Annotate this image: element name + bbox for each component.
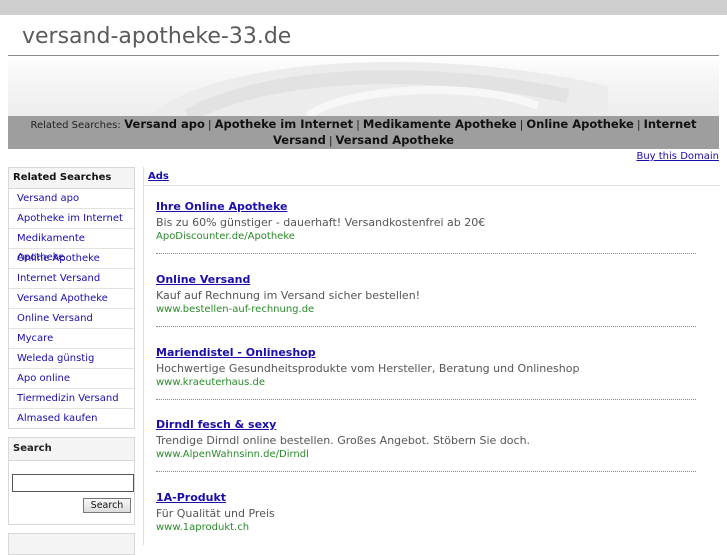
sidebar-item-online-apotheke[interactable]: Online Apotheke [9,249,134,269]
ad-description: Bis zu 60% günstiger - dauerhaft! Versan… [156,216,486,229]
ad-separator [156,253,696,254]
search-button[interactable]: Search [83,498,131,513]
header-banner [8,56,719,116]
ad-url[interactable]: www.AlpenWahnsinn.de/Dirndl [156,449,696,460]
top-bar [0,0,727,15]
ad-separator [156,471,696,472]
buy-domain-link[interactable]: Buy this Domain [636,151,719,162]
site-title: versand-apotheke-33.de [22,24,292,49]
sidebar-related-searches: Related Searches Versand apo Apotheke im… [8,167,135,429]
ad-url[interactable]: www.kraeuterhaus.de [156,377,696,388]
search-panel: Search Search [8,437,135,525]
related-link-online-apotheke[interactable]: Online Apotheke [526,117,634,131]
sidebar: Related Searches Versand apo Apotheke im… [8,167,135,555]
sidebar-item-almased-kaufen[interactable]: Almased kaufen [9,409,134,428]
related-link-apotheke-im-internet[interactable]: Apotheke im Internet [215,117,354,131]
ad-title-link[interactable]: Ihre Online Apotheke [156,200,696,213]
ad-description: Kauf auf Rechnung im Versand sicher best… [156,289,421,302]
related-link-versand-apo[interactable]: Versand apo [124,117,205,131]
ad-item: Ihre Online Apotheke Bis zu 60% günstige… [156,200,696,242]
ads-label[interactable]: Ads [148,171,169,182]
ad-description: Trendige Dirndl online bestellen. Großes… [156,434,531,447]
ad-separator [156,399,696,400]
ad-item: Mariendistel - Onlineshop Hochwertige Ge… [156,346,696,388]
ad-url[interactable]: www.bestellen-auf-rechnung.de [156,304,696,315]
search-input[interactable] [12,474,134,492]
sidebar-item-tiermedizin-versand[interactable]: Tiermedizin Versand [9,389,134,409]
ads-column: Ads Ihre Online Apotheke Bis zu 60% güns… [143,167,720,545]
banner-swoosh-graphic [148,61,608,116]
related-searches-label: Related Searches: [30,120,121,131]
sidebar-item-mycare[interactable]: Mycare [9,329,134,349]
ad-title-link[interactable]: Dirndl fesch & sexy [156,418,696,431]
related-link-versand-apotheke[interactable]: Versand Apotheke [336,133,454,147]
ad-title-link[interactable]: Mariendistel - Onlineshop [156,346,696,359]
search-heading: Search [9,438,134,461]
ad-separator [156,326,696,327]
sidebar-heading: Related Searches [9,168,134,189]
sidebar-bottom-box [8,533,135,555]
ad-description: Für Qualität und Preis [156,507,275,520]
ad-item: 1A-Produkt Für Qualität und Preis www.1a… [156,491,696,533]
sidebar-item-apotheke-im-internet[interactable]: Apotheke im Internet [9,209,134,229]
sidebar-item-versand-apo[interactable]: Versand apo [9,189,134,209]
ad-item: Online Versand Kauf auf Rechnung im Vers… [156,273,696,315]
sidebar-item-weleda-guenstig[interactable]: Weleda günstig [9,349,134,369]
sidebar-item-internet-versand[interactable]: Internet Versand [9,269,134,289]
sidebar-item-apo-online[interactable]: Apo online [9,369,134,389]
related-searches-bar: Related Searches: Versand apo | Apotheke i… [8,116,719,149]
ad-description: Hochwertige Gesundheitsprodukte vom Hers… [156,362,580,375]
related-link-medikamente-apotheke[interactable]: Medikamente Apotheke [363,117,517,131]
ad-title-link[interactable]: Online Versand [156,273,696,286]
sidebar-item-versand-apotheke[interactable]: Versand Apotheke [9,289,134,309]
sidebar-item-medikamente-apotheke[interactable]: Medikamente Apotheke [9,229,134,263]
sidebar-item-online-versand[interactable]: Online Versand [9,309,134,329]
ads-divider [144,185,720,186]
ad-item: Dirndl fesch & sexy Trendige Dirndl onli… [156,418,696,460]
ad-url[interactable]: www.1aprodukt.ch [156,522,696,533]
ad-url[interactable]: ApoDiscounter.de/Apotheke [156,231,696,242]
ad-title-link[interactable]: 1A-Produkt [156,491,696,504]
